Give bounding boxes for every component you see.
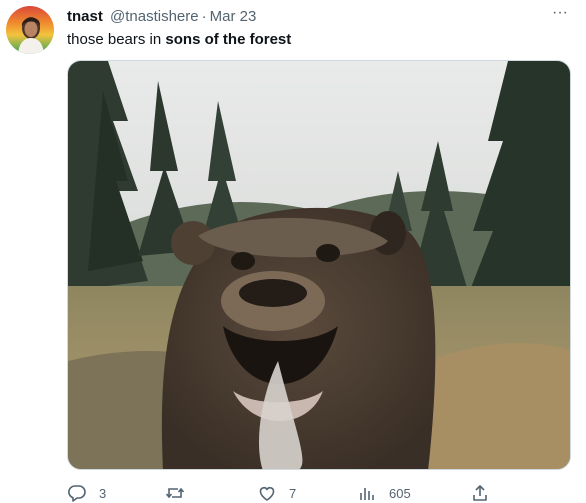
retweet-icon [165,487,185,499]
like-count: 7 [289,485,297,501]
heart-icon [259,487,275,501]
tweet-text: those bears in sons of the forest [67,31,291,49]
more-horizontal-icon: ··· [552,4,568,21]
tweet-date[interactable]: Mar 23 [210,8,257,25]
user-handle[interactable]: @tnastishere [110,8,199,25]
views-count: 605 [389,485,411,501]
share-icon [473,485,487,501]
bear-video-still [68,61,570,469]
views-chart-icon [360,488,374,500]
avatar[interactable] [6,6,54,54]
tweet: tnast @tnastishere · Mar 23 ··· those bear… [0,0,586,503]
tweet-text-bold: sons of the forest [165,31,292,48]
reply-count: 3 [99,485,107,501]
retweet-button[interactable] [165,483,197,503]
views-button[interactable]: 605 [357,483,411,503]
separator-dot: · [201,8,207,25]
tweet-actions: 3 7 605 [67,483,497,503]
reply-button[interactable]: 3 [67,483,106,503]
tweet-media[interactable] [67,60,571,470]
like-button[interactable]: 7 [257,483,296,503]
reply-icon [68,485,86,502]
tweet-text-plain: those bears in [67,31,166,48]
display-name[interactable]: tnast [67,8,103,25]
tweet-header: tnast @tnastishere · Mar 23 [67,8,256,26]
more-options-button[interactable]: ··· [548,4,572,26]
share-button[interactable] [470,483,490,503]
